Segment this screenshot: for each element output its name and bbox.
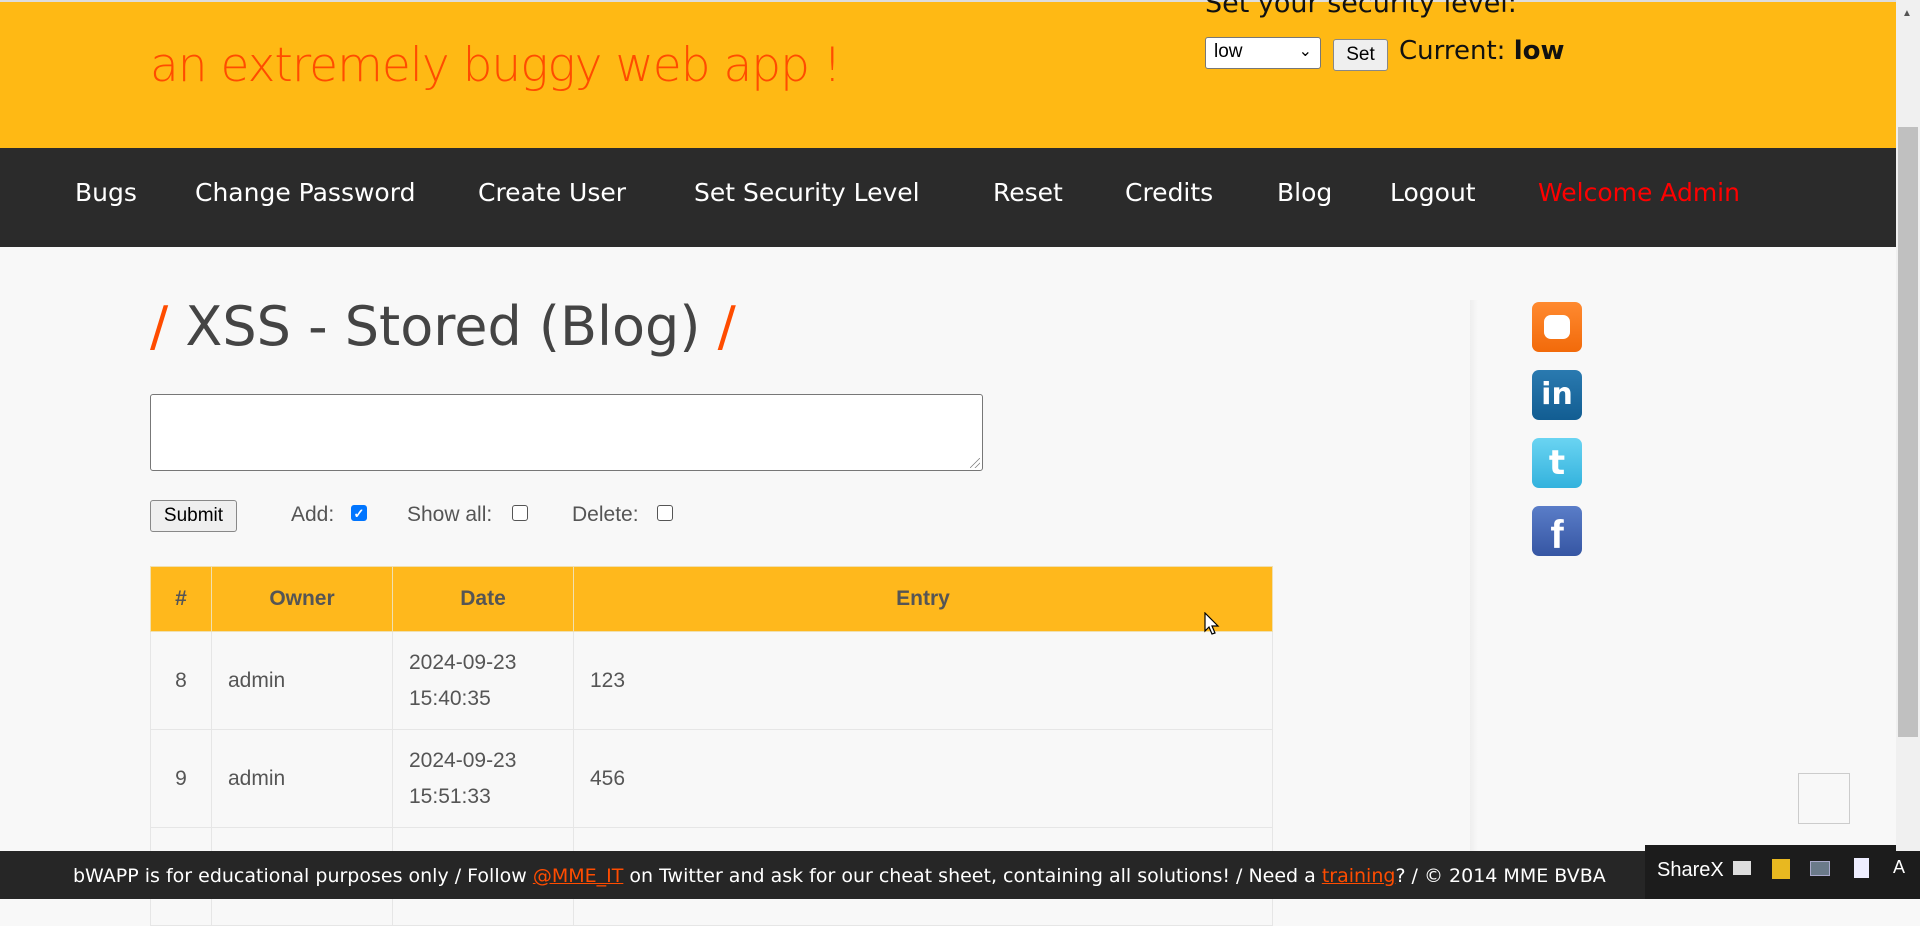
security-level-label: Set your security level:: [1205, 0, 1517, 19]
add-label: Add:: [291, 503, 335, 526]
cell-entry: 456: [573, 729, 1273, 828]
chevron-down-icon: ⌄: [1298, 43, 1312, 60]
current-security-level: Current: low: [1399, 36, 1564, 66]
table-header-row: # Owner Date Entry: [150, 566, 1273, 632]
show-all-label: Show all:: [407, 503, 493, 526]
cell-id: 8: [150, 631, 212, 730]
nav-blog[interactable]: Blog: [1277, 178, 1332, 207]
twitter-icon[interactable]: t: [1532, 438, 1582, 488]
folder-icon[interactable]: [1772, 859, 1790, 879]
welcome-admin: Welcome Admin: [1538, 178, 1740, 207]
table-row: 9 admin 2024-09-23 15:51:33 456: [150, 729, 1273, 828]
current-value: low: [1513, 36, 1565, 66]
footer-text: ? / © 2014 MME BVBA: [1395, 865, 1606, 887]
blogger-icon[interactable]: [1532, 302, 1582, 352]
show-all-checkbox[interactable]: [512, 505, 528, 521]
content-divider: [1470, 300, 1478, 851]
text-tool-icon[interactable]: A: [1893, 857, 1905, 878]
taskbar: ShareX A: [1645, 845, 1920, 899]
footer-text: on Twitter and ask for our cheat sheet, …: [623, 865, 1322, 887]
cell-owner: admin: [211, 631, 393, 730]
scrollbar-thumb[interactable]: [1898, 127, 1918, 737]
tagline: an extremely buggy web app !: [150, 38, 842, 93]
mouse-cursor-icon: [1204, 612, 1220, 635]
delete-label: Delete:: [572, 503, 639, 526]
delete-checkbox[interactable]: [657, 505, 673, 521]
add-checkbox[interactable]: ✓: [351, 505, 367, 521]
screen-capture-icon[interactable]: [1810, 861, 1830, 876]
header: Set your security level: an extremely bu…: [0, 0, 1896, 148]
facebook-icon[interactable]: f: [1532, 506, 1582, 557]
time: 15:40:35: [409, 686, 491, 710]
title-slash: /: [150, 295, 169, 358]
cell-date: 2024-09-23 15:40:35: [392, 631, 574, 730]
date: 2024-09-23: [409, 748, 517, 772]
twitter-link[interactable]: @MME_IT: [533, 865, 624, 887]
nav-create-user[interactable]: Create User: [478, 178, 626, 207]
home-icon[interactable]: [1733, 861, 1751, 875]
cell-owner: admin: [211, 729, 393, 828]
table-row: 8 admin 2024-09-23 15:40:35 123: [150, 631, 1273, 730]
nav-bugs[interactable]: Bugs: [75, 178, 137, 207]
header-id: #: [150, 566, 212, 632]
title-slash: /: [717, 295, 736, 358]
header-owner: Owner: [211, 566, 393, 632]
current-label: Current:: [1399, 36, 1506, 66]
document-icon[interactable]: [1854, 858, 1869, 878]
select-value: low: [1214, 41, 1243, 62]
set-security-button[interactable]: Set: [1333, 39, 1388, 71]
header-entry: Entry: [573, 566, 1273, 632]
training-link[interactable]: training: [1322, 865, 1396, 887]
header-date: Date: [392, 566, 574, 632]
nav-credits[interactable]: Credits: [1125, 178, 1213, 207]
cell-date: 2024-09-23 15:51:33: [392, 729, 574, 828]
nav-reset[interactable]: Reset: [993, 178, 1063, 207]
footer: bWAPP is for educational purposes only /…: [0, 851, 1645, 899]
cell-id: 9: [150, 729, 212, 828]
sharex-label: ShareX: [1657, 859, 1724, 881]
title-text: XSS - Stored (Blog): [185, 295, 701, 358]
footer-text: bWAPP is for educational purposes only /…: [73, 865, 533, 887]
page-title: / XSS - Stored (Blog) /: [150, 295, 736, 358]
linkedin-icon[interactable]: in: [1532, 370, 1582, 420]
nav-logout[interactable]: Logout: [1390, 178, 1476, 207]
nav-set-security-level[interactable]: Set Security Level: [694, 178, 920, 207]
cell-entry: 123: [573, 631, 1273, 730]
scroll-up-icon[interactable]: ▲: [1902, 8, 1912, 19]
blog-entry-textarea[interactable]: [150, 394, 983, 471]
nav-change-password[interactable]: Change Password: [195, 178, 415, 207]
broken-image-icon: [1798, 773, 1850, 824]
resize-handle-icon[interactable]: [970, 458, 980, 468]
security-level-select[interactable]: low ⌄: [1205, 37, 1321, 69]
date: 2024-09-23: [409, 650, 517, 674]
main-nav: Bugs Change Password Create User Set Sec…: [0, 148, 1896, 247]
submit-button[interactable]: Submit: [150, 500, 237, 532]
time: 15:51:33: [409, 784, 491, 808]
